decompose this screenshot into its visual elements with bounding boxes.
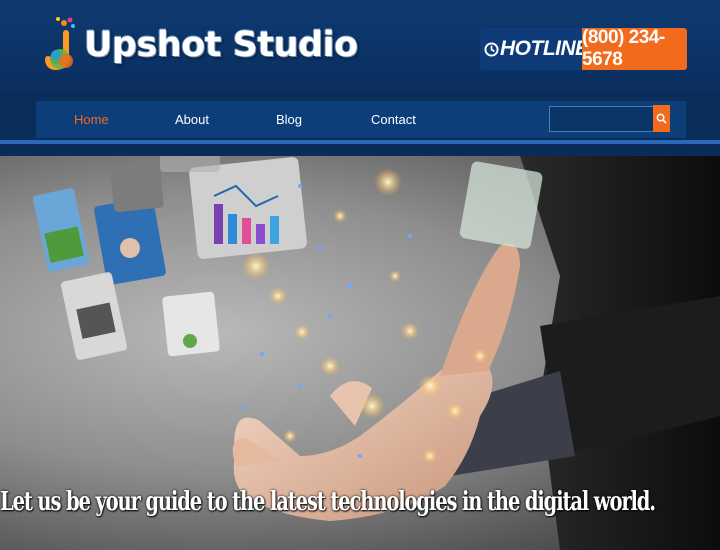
site-header: Upshot Studio HOTLINE (800) 234-5678 xyxy=(0,0,720,92)
hero-banner: Let us be your guide to the latest techn… xyxy=(0,156,720,550)
clock-icon xyxy=(484,41,499,57)
hero-caption: Let us be your guide to the latest techn… xyxy=(0,487,656,517)
nav-divider-shadow xyxy=(0,144,720,156)
search-input[interactable] xyxy=(549,106,657,132)
search-button[interactable] xyxy=(653,105,670,132)
nav-item-about[interactable]: About xyxy=(175,101,209,138)
hotline-label-box: HOTLINE xyxy=(480,28,589,70)
nav-item-home[interactable]: Home xyxy=(74,101,109,138)
logo-mark-icon xyxy=(44,15,80,75)
nav-item-contact[interactable]: Contact xyxy=(371,101,416,138)
hotline-label: HOTLINE xyxy=(500,37,589,60)
logo-text: Upshot Studio xyxy=(84,25,358,65)
nav-item-blog[interactable]: Blog xyxy=(276,101,302,138)
search-icon xyxy=(656,113,667,124)
hotline-banner[interactable]: HOTLINE (800) 234-5678 xyxy=(480,28,687,70)
logo[interactable]: Upshot Studio xyxy=(44,14,358,76)
main-nav: Home About Blog Contact xyxy=(36,101,686,138)
hotline-number[interactable]: (800) 234-5678 xyxy=(582,28,687,70)
